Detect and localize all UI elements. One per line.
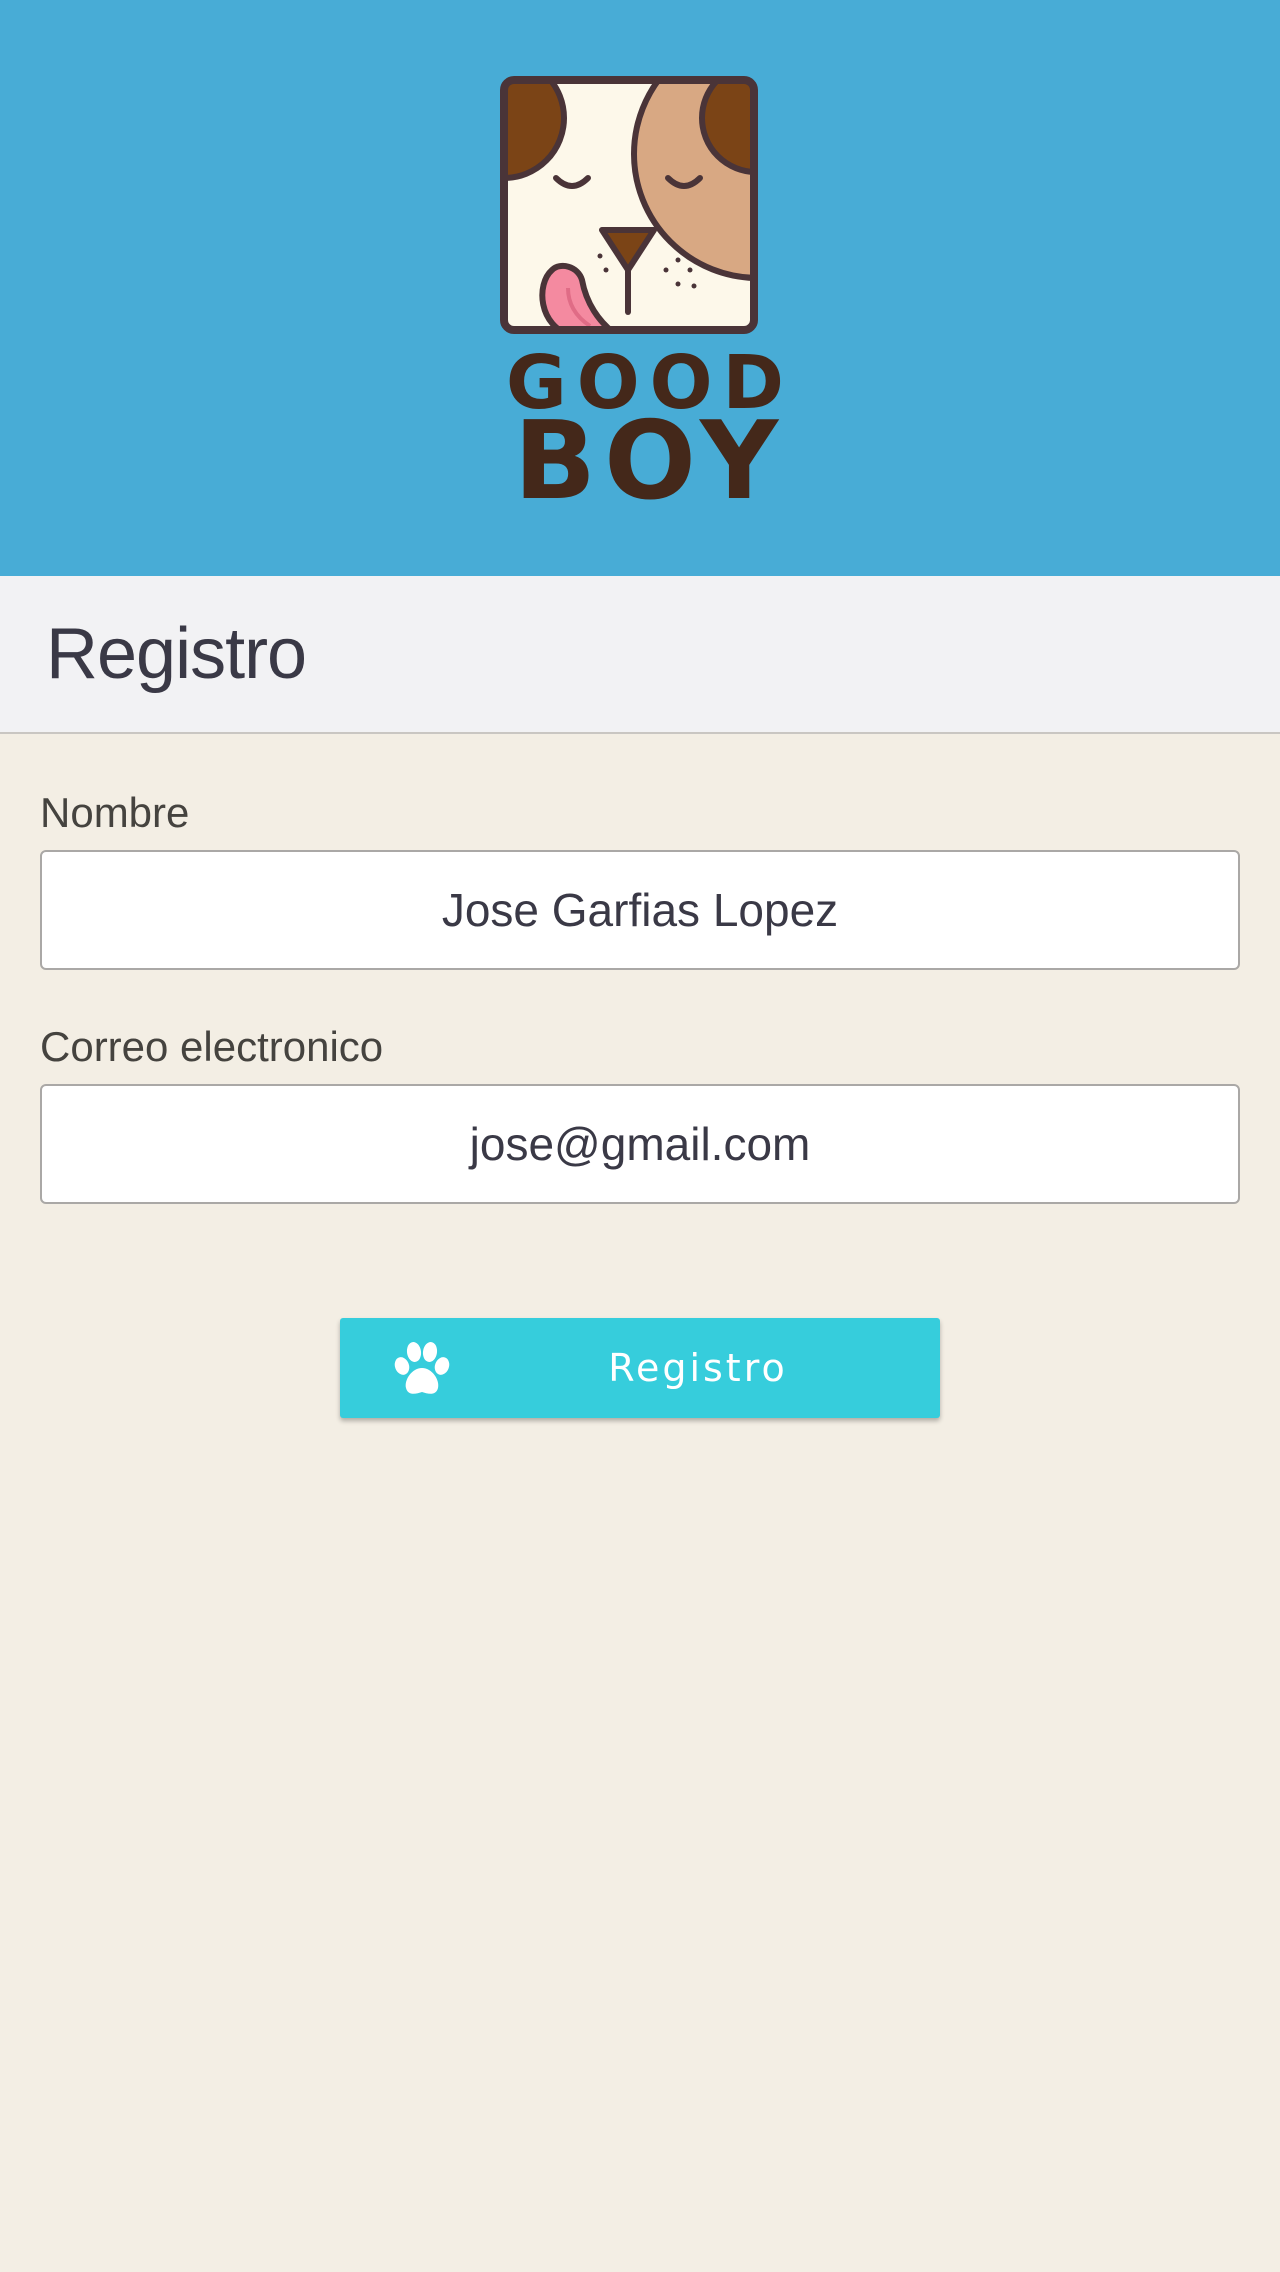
register-button-label: Registro	[608, 1346, 788, 1390]
name-label: Nombre	[40, 789, 190, 836]
title-bar: Registro	[0, 576, 1280, 734]
app-header: GOOD BOY	[0, 0, 1280, 576]
email-input[interactable]	[40, 1084, 1240, 1204]
name-input[interactable]	[40, 850, 1240, 970]
logo-text-boy: BOY	[513, 399, 787, 524]
email-label: Correo electronico	[40, 1023, 384, 1070]
page-title: Registro	[46, 614, 307, 694]
dog-face-icon	[500, 76, 758, 334]
register-button[interactable]: Registro	[340, 1318, 940, 1418]
